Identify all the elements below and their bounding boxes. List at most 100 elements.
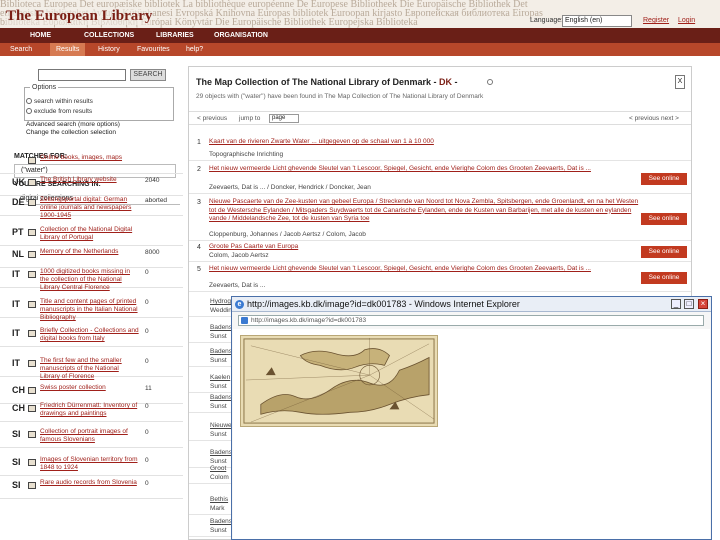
collection-title[interactable]: Memory of the Netherlands — [40, 248, 140, 256]
minimize-icon[interactable]: _ — [671, 299, 681, 309]
collection-title[interactable]: Zeitungsportal digital: German online jo… — [40, 196, 140, 220]
collection-count: 0 — [145, 429, 149, 436]
collection-row[interactable]: IT Title and content pages of printed man… — [0, 297, 183, 321]
primary-nav: HOME COLLECTIONS LIBRARIES ORGANISATION — [0, 28, 720, 43]
collection-icon — [28, 271, 36, 278]
tab-favourites[interactable]: Favourites — [131, 43, 176, 56]
option-exclude[interactable]: exclude from results — [26, 108, 92, 116]
result-title[interactable]: Kaelen — [210, 374, 230, 381]
result-title[interactable]: Nieuwe — [210, 422, 232, 429]
see-online-button[interactable]: See online — [641, 213, 687, 225]
collection-row[interactable]: NL Memory of the Netherlands 8000 — [0, 247, 183, 268]
result-title[interactable]: Het nieuw vermeerde Licht ghevende Sleut… — [209, 265, 639, 274]
collection-title[interactable]: Friedrich Dürrenmatt: Inventory of drawi… — [40, 402, 140, 418]
popup-titlebar[interactable]: e http://images.kb.dk/image?id=dk001783 … — [232, 297, 711, 312]
change-collection-link[interactable]: Change the collection selection — [26, 129, 116, 137]
close-icon[interactable]: × — [698, 299, 708, 309]
collection-row[interactable]: UK The British Library website 2040 — [0, 175, 183, 196]
result-author: Topographische Inrichting — [209, 151, 284, 158]
collection-title[interactable]: The first few and the smaller manuscript… — [40, 357, 140, 381]
page-title: The Map Collection of The National Libra… — [196, 77, 458, 87]
collection-row[interactable]: IT The first few and the smaller manuscri… — [0, 356, 183, 380]
collection-row[interactable]: PT Collection of the National Digital Lib… — [0, 225, 183, 246]
collection-icon — [28, 387, 36, 394]
results-count-text: 29 objects with ("water") have been foun… — [196, 93, 484, 100]
collection-count: 0 — [145, 358, 149, 365]
nav-home[interactable]: HOME — [22, 28, 59, 43]
collection-title[interactable]: Images of Slovenian territory from 1848 … — [40, 456, 140, 472]
result-title[interactable]: Badens — [210, 394, 232, 401]
country-code: CH — [12, 403, 25, 413]
result-author: Sunst — [210, 403, 227, 410]
maximize-icon[interactable]: □ — [684, 299, 694, 309]
collection-count: 0 — [145, 328, 149, 335]
see-online-button[interactable]: See online — [641, 272, 687, 284]
collection-row[interactable]: SI Rare audio records from Slovenia 0 — [0, 478, 183, 499]
address-bar[interactable]: http://images.kb.dk/image?id=dk001783 — [238, 315, 704, 326]
result-title[interactable]: Badens — [210, 518, 232, 525]
result-author: Colom, Jacob Aertsz — [209, 252, 269, 259]
pager-previous[interactable]: < previous — [197, 115, 227, 122]
collection-icon — [28, 157, 36, 164]
collection-row[interactable]: Online books, images, maps — [0, 153, 183, 174]
result-author: Mark — [210, 505, 225, 512]
collection-row[interactable]: IT 1000 digitized books missing in the co… — [0, 267, 183, 291]
collection-title[interactable]: Swiss poster collection — [40, 384, 140, 392]
login-link[interactable]: Login — [678, 17, 695, 24]
collection-row[interactable]: IT Briefly Collection - Collections and d… — [0, 326, 183, 347]
collection-title[interactable]: Online books, images, maps — [40, 154, 140, 162]
site-logo[interactable]: The European Library — [6, 8, 153, 25]
tab-history[interactable]: History — [92, 43, 126, 56]
pager-next[interactable]: < previous next > — [629, 115, 679, 122]
result-number: 4 — [197, 244, 201, 251]
collection-title[interactable]: The British Library website — [40, 176, 140, 184]
option-label: search within results — [34, 98, 93, 105]
advanced-search-link[interactable]: Advanced search (more options) — [26, 121, 120, 129]
collection-row[interactable]: DE Zeitungsportal digital: German online … — [0, 195, 183, 219]
option-search-within[interactable]: search within results — [26, 98, 93, 106]
collection-title[interactable]: Rare audio records from Slovenia — [40, 479, 140, 487]
title-country-code: DK — [439, 77, 453, 87]
collection-title[interactable]: Title and content pages of printed manus… — [40, 298, 140, 322]
result-title[interactable]: Groote Pas Caarte van Europa — [209, 243, 639, 252]
search-button[interactable]: SEARCH — [130, 69, 166, 81]
tab-help[interactable]: help? — [180, 43, 209, 56]
register-link[interactable]: Register — [643, 17, 669, 24]
tab-results[interactable]: Results — [50, 43, 86, 56]
collection-count: 8000 — [145, 249, 160, 256]
result-title[interactable]: Bethis — [210, 496, 228, 503]
collection-title[interactable]: Collection of the National Digital Libra… — [40, 226, 140, 242]
language-select[interactable]: English (en) — [562, 15, 632, 27]
nav-organisation[interactable]: ORGANISATION — [206, 28, 276, 43]
collection-count: 2040 — [145, 177, 160, 184]
collection-title[interactable]: 1000 digitized books missing in the coll… — [40, 268, 140, 292]
see-online-button[interactable]: See online — [641, 246, 687, 258]
browser-page: Biblioteca Europea Det europæiske biblio… — [0, 0, 720, 540]
info-icon[interactable] — [487, 79, 493, 85]
result-title[interactable]: Badens — [210, 449, 232, 456]
result-author: Sunst — [210, 357, 227, 364]
result-title[interactable]: Groot — [210, 465, 226, 472]
result-title[interactable]: Nieuwe Pascaerte van de Zee-kusten van g… — [209, 198, 639, 224]
result-row: 4 Groote Pas Caarte van Europa Colom, Jaco… — [189, 242, 691, 262]
nav-libraries[interactable]: LIBRARIES — [148, 28, 202, 43]
collection-title[interactable]: Briefly Collection - Collections and dig… — [40, 327, 140, 343]
result-title[interactable]: Kaart van de rivieren Zwarte Water ... u… — [209, 138, 639, 147]
result-author: Colom — [210, 474, 229, 481]
collection-row[interactable]: CH Friedrich Dürrenmatt: Inventory of dra… — [0, 401, 183, 422]
see-online-button[interactable]: See online — [641, 173, 687, 185]
search-input[interactable] — [38, 69, 126, 81]
left-sidebar: SEARCH Options search within results exc… — [0, 60, 183, 540]
radio-icon[interactable] — [26, 98, 32, 105]
collection-row[interactable]: SI Images of Slovenian territory from 184… — [0, 455, 183, 476]
nav-collections[interactable]: COLLECTIONS — [76, 28, 142, 43]
map-image[interactable] — [240, 335, 438, 427]
collection-title[interactable]: Collection of portrait images of famous … — [40, 428, 140, 444]
collection-row[interactable]: SI Collection of portrait images of famou… — [0, 427, 183, 448]
tab-search[interactable]: Search — [4, 43, 38, 56]
close-panel-button[interactable]: X — [675, 75, 685, 89]
result-title[interactable]: Badens — [210, 348, 232, 355]
result-title[interactable]: Het nieuw vermeerde Licht ghevende Sleut… — [209, 165, 639, 174]
page-select[interactable]: page — [269, 114, 299, 123]
radio-icon[interactable] — [26, 108, 32, 115]
